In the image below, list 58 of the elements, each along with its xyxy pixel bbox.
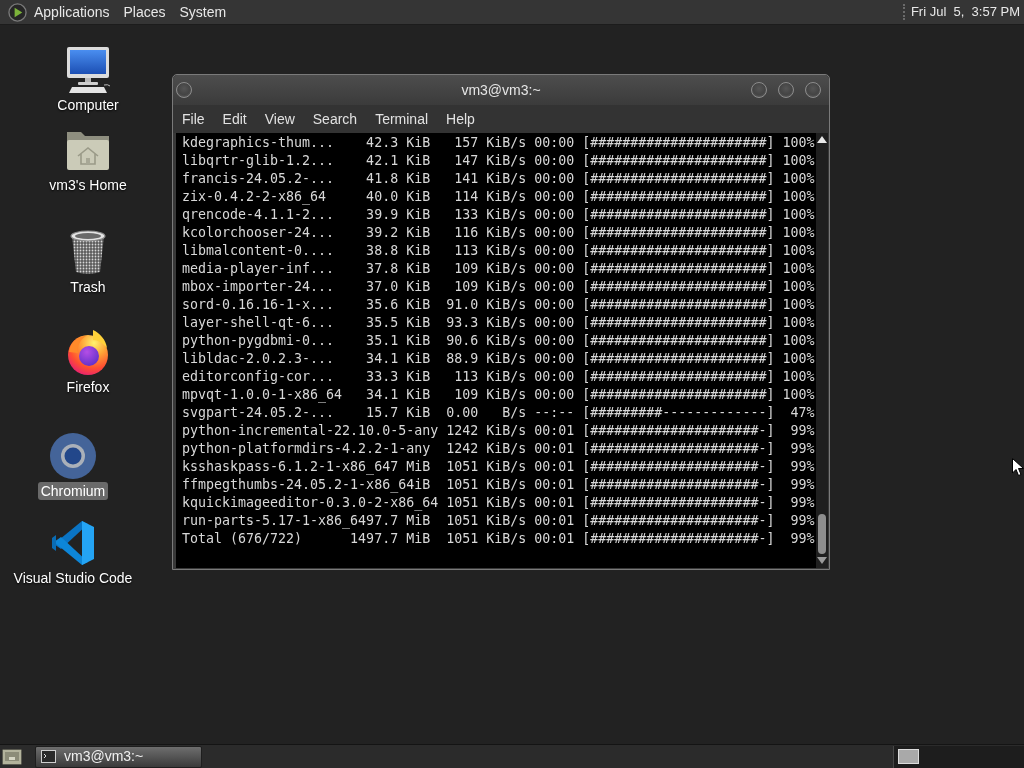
terminal-line: ksshaskpass-6.1.2-1-x86_647 MiB 1051 KiB/s 00:01 [#####################-] 99% (182, 458, 816, 476)
terminal-line: kcolorchooser-24... 39.2 KiB 116 KiB/s 00:00 [######################] 100% (182, 224, 816, 242)
minimize-button[interactable] (751, 82, 767, 98)
desktop-icon-label[interactable]: Firefox (63, 378, 113, 396)
terminal-line: ffmpegthumbs-24.05.2-1-x86_64iB 1051 KiB/s 00:01 [#####################-] 99% (182, 476, 816, 494)
window-title: vm3@vm3:~ (461, 80, 541, 100)
mouse-pointer-icon (1012, 458, 1024, 476)
terminal-line: francis-24.05.2-... 41.8 KiB 141 KiB/s 00:00 [######################] 100% (182, 170, 816, 188)
menu-item[interactable]: Search (303, 109, 367, 129)
desktop-icon-label[interactable]: Chromium (37, 482, 109, 500)
terminal-line: python-pygdbmi-0... 35.1 KiB 90.6 KiB/s 00:00 [######################] 100% (182, 332, 816, 350)
terminal-line: sord-0.16.16-1-x... 35.6 KiB 91.0 KiB/s 00:00 [######################] 100% (182, 296, 816, 314)
terminal-line: kdegraphics-thum... 42.3 KiB 157 KiB/s 00:00 [######################] 100% (182, 134, 816, 152)
close-button[interactable] (805, 82, 821, 98)
chromium-icon[interactable] (49, 432, 97, 480)
desktop-icon-label[interactable]: Visual Studio Code (10, 569, 136, 587)
terminal-line: libmalcontent-0.... 38.8 KiB 113 KiB/s 00:00 [######################] 100% (182, 242, 816, 260)
maximize-button[interactable] (778, 82, 794, 98)
vscode-icon[interactable] (49, 519, 97, 567)
computer-icon[interactable] (64, 46, 112, 94)
terminal-line: mbox-importer-24... 37.0 KiB 109 KiB/s 00:00 [######################] 100% (182, 278, 816, 296)
terminal-line: svgpart-24.05.2-... 15.7 KiB 0.00 B/s --:-- [#########-------------] 47% (182, 404, 816, 422)
scroll-down-arrow-icon[interactable] (817, 557, 827, 564)
window-menu-button[interactable] (176, 82, 192, 98)
terminal-icon (41, 750, 56, 763)
terminal-line: run-parts-5.17-1-x86_6497.7 MiB 1051 KiB/s 00:01 [#####################-] 99% (182, 512, 816, 530)
desktop-icon-label[interactable]: Trash (67, 278, 109, 296)
menu-item[interactable]: File (173, 109, 214, 129)
taskbar-button[interactable]: vm3@vm3:~ (35, 745, 202, 768)
panel-clock[interactable]: Fri Jul 5, 3:57 PM (910, 2, 1024, 22)
scrollbar-thumb[interactable] (818, 514, 826, 554)
menu-item[interactable]: Help (437, 109, 484, 129)
panel-menu[interactable]: Places (116, 2, 173, 22)
desktop-icon-label[interactable]: Computer (54, 96, 122, 114)
terminal-line: libqrtr-glib-1.2... 42.1 KiB 147 KiB/s 00:00 [######################] 100% (182, 152, 816, 170)
terminal-line: editorconfig-cor... 33.3 KiB 113 KiB/s 00:00 [######################] 100% (182, 368, 816, 386)
terminal-line: qrencode-4.1.1-2... 39.9 KiB 133 KiB/s 00:00 [######################] 100% (182, 206, 816, 224)
scrollbar[interactable] (816, 133, 828, 568)
terminal-line: media-player-inf... 37.8 KiB 109 KiB/s 00:00 [######################] 100% (182, 260, 816, 278)
desktop-icon-label[interactable]: vm3's Home (46, 176, 130, 194)
terminal-line: libldac-2.0.2.3-... 34.1 KiB 88.9 KiB/s 00:00 [######################] 100% (182, 350, 816, 368)
terminal-line: python-incremental-22.10.0-5-any 1242 KiB/s 00:01 [#####################-] 99% (182, 422, 816, 440)
panel-menu[interactable]: Applications (27, 2, 117, 22)
menu-item[interactable]: View (255, 109, 304, 129)
logo-icon[interactable] (8, 2, 27, 22)
terminal-line: kquickimageeditor-0.3.0-2-x86_64 1051 KiB/s 00:01 [#####################-] 99% (182, 494, 816, 512)
terminal-line: python-platformdirs-4.2.2-1-any 1242 KiB/s 00:01 [#####################-] 99% (182, 440, 816, 458)
window-thumbnail-icon (898, 749, 919, 764)
menu-item[interactable]: Terminal (366, 109, 438, 129)
menu-item[interactable]: Edit (213, 109, 256, 129)
scroll-up-arrow-icon[interactable] (817, 136, 827, 143)
terminal-line: Total (676/722) 1497.7 MiB 1051 KiB/s 00:01 [#####################-] 99% (182, 530, 816, 548)
terminal-line: zix-0.4.2-2-x86_64 40.0 KiB 114 KiB/s 00:00 [######################] 100% (182, 188, 816, 206)
terminal-line: mpvqt-1.0.0-1-x86_64 34.1 KiB 109 KiB/s 00:00 [######################] 100% (182, 386, 816, 404)
workspace-switcher[interactable] (893, 745, 1024, 768)
show-desktop-icon[interactable] (2, 747, 22, 766)
panel-menu[interactable]: System (172, 2, 234, 22)
terminal-line: layer-shell-qt-6... 35.5 KiB 93.3 KiB/s 00:00 [######################] 100% (182, 314, 816, 332)
